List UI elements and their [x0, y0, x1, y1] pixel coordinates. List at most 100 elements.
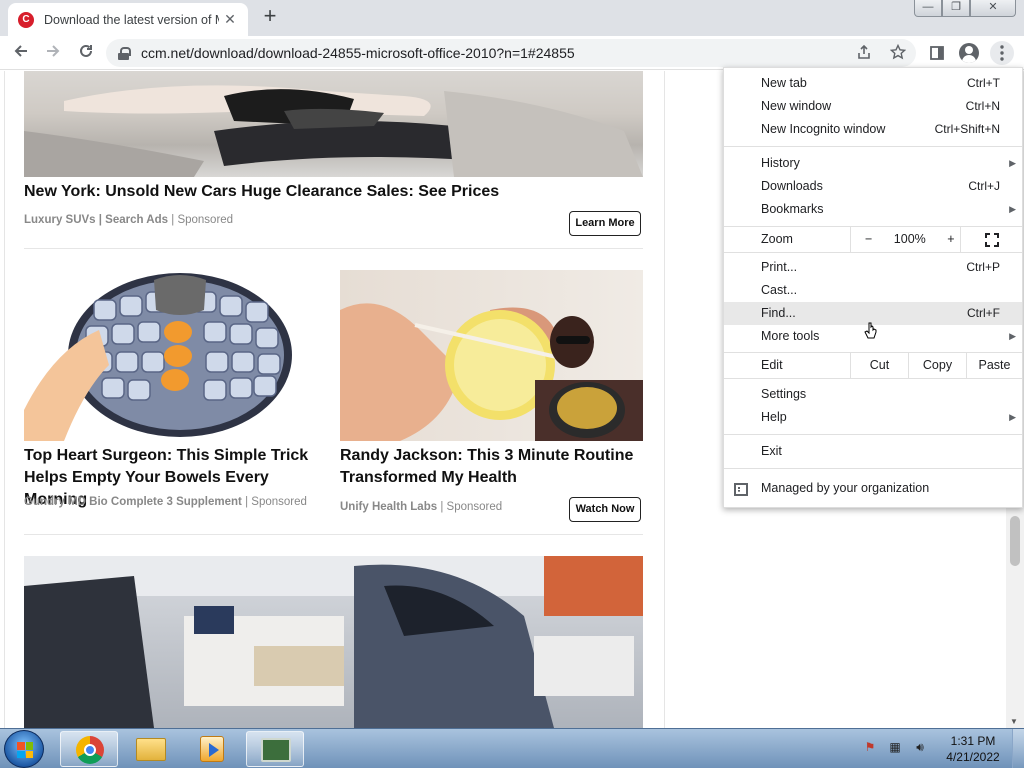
scroll-down-arrow-icon[interactable]: ▼	[1010, 717, 1018, 726]
start-button[interactable]	[4, 730, 44, 768]
watch-now-button[interactable]: Watch Now	[569, 497, 641, 522]
menu-label: New tab	[761, 76, 807, 90]
copy-button[interactable]: Copy	[908, 353, 966, 378]
menu-label: Edit	[761, 358, 783, 372]
menu-item-cast[interactable]: Cast...	[724, 279, 1022, 302]
article-source: Unify Health Labs | Sponsored	[340, 501, 503, 513]
van-showroom-image[interactable]	[24, 556, 643, 728]
menu-label: New window	[761, 99, 832, 113]
clock-date: 4/21/2022	[946, 750, 1000, 764]
learn-more-button[interactable]: Learn More	[569, 211, 641, 236]
menu-item-exit[interactable]: Exit	[724, 440, 1022, 463]
reload-button[interactable]	[73, 40, 99, 66]
source-name: Luxury SUVs | Search Ads	[24, 214, 169, 226]
address-bar[interactable]: ccm.net/download/download-24855-microsof…	[106, 39, 916, 67]
taskbar-remote-app[interactable]	[246, 731, 304, 767]
media-player-icon	[200, 736, 224, 762]
menu-label: More tools	[761, 329, 820, 343]
shortcut: Ctrl+T	[967, 76, 1000, 90]
browser-toolbar: ccm.net/download/download-24855-microsof…	[0, 36, 1024, 70]
zoom-out-button[interactable]: −	[865, 232, 872, 246]
folder-icon	[136, 738, 166, 761]
back-button[interactable]	[8, 40, 34, 66]
sponsored-label: Sponsored	[251, 496, 307, 508]
menu-item-print[interactable]: Print... Ctrl+P	[724, 256, 1022, 279]
menu-item-incognito[interactable]: New Incognito window Ctrl+Shift+N	[724, 118, 1022, 141]
taskbar-explorer[interactable]	[122, 731, 180, 767]
menu-item-help[interactable]: Help ▶	[724, 406, 1022, 429]
arrow-right-icon	[47, 45, 60, 57]
article-source: Luxury SUVs | Search Ads | Sponsored	[24, 214, 234, 226]
menu-separator	[724, 146, 1022, 147]
article-title-line[interactable]: Randy Jackson: This 3 Minute Routine	[340, 445, 643, 467]
profile-button[interactable]	[957, 41, 981, 65]
menu-label: Zoom	[761, 232, 793, 246]
action-center-flag-icon[interactable]: ⚑	[862, 739, 878, 755]
scrollbar-thumb[interactable]	[1010, 516, 1020, 566]
content-border-right	[664, 71, 665, 728]
more-vert-icon	[1000, 45, 1004, 61]
close-window-button[interactable]: ✕	[970, 0, 1016, 17]
url-text[interactable]: ccm.net/download/download-24855-microsof…	[141, 45, 575, 61]
bookmark-star-icon[interactable]	[889, 43, 907, 64]
menu-item-new-window[interactable]: New window Ctrl+N	[724, 95, 1022, 118]
menu-item-history[interactable]: History ▶	[724, 152, 1022, 175]
tab-close-icon[interactable]: ✕	[222, 11, 238, 28]
side-panel-icon[interactable]	[925, 41, 949, 65]
ice-pack-image[interactable]	[24, 270, 326, 441]
mouse-cursor-icon	[864, 322, 877, 339]
menu-item-managed[interactable]: Managed by your organization	[724, 477, 1022, 500]
menu-label: Help	[761, 410, 787, 424]
cut-button[interactable]: Cut	[850, 353, 908, 378]
menu-item-downloads[interactable]: Downloads Ctrl+J	[724, 175, 1022, 198]
menu-item-bookmarks[interactable]: Bookmarks ▶	[724, 198, 1022, 221]
tab-title: Download the latest version of M	[44, 12, 219, 27]
forward-button[interactable]	[40, 40, 66, 66]
show-desktop-button[interactable]	[1012, 729, 1024, 768]
source-name: Gundry MD Bio Complete 3 Supplement	[24, 496, 242, 508]
menu-label: Bookmarks	[761, 202, 824, 216]
article-title-line[interactable]: Top Heart Surgeon: This Simple Trick	[24, 445, 334, 467]
restore-button[interactable]: ❐	[942, 0, 970, 17]
tab-strip: C Download the latest version of M ✕ + —…	[0, 0, 1024, 36]
menu-item-new-tab[interactable]: New tab Ctrl+T	[724, 72, 1022, 95]
paste-button[interactable]: Paste	[966, 353, 1022, 378]
avatar-icon	[959, 43, 979, 63]
chrome-icon	[76, 736, 104, 764]
menu-item-settings[interactable]: Settings	[724, 383, 1022, 406]
chrome-menu-button[interactable]	[990, 41, 1014, 65]
submenu-arrow-icon: ▶	[1009, 158, 1016, 168]
taskbar-chrome[interactable]	[60, 731, 118, 767]
active-tab[interactable]: C Download the latest version of M ✕	[8, 3, 248, 36]
car-interior-image[interactable]	[24, 71, 643, 177]
clock-time: 1:31 PM	[950, 734, 996, 748]
article-title[interactable]: New York: Unsold New Cars Huge Clearance…	[24, 181, 643, 203]
ccm-favicon-icon: C	[18, 11, 34, 28]
new-tab-button[interactable]: +	[258, 5, 282, 29]
zoom-controls: − 100% +	[850, 227, 960, 252]
reload-icon	[80, 44, 92, 57]
article-title[interactable]: Randy Jackson: This 3 Minute Routine Tra…	[340, 445, 643, 489]
menu-label: Settings	[761, 387, 807, 401]
menu-label: Downloads	[761, 179, 823, 193]
article-title-line[interactable]: Transformed My Health	[340, 467, 643, 489]
fullscreen-button[interactable]	[960, 227, 1022, 252]
source-name: Unify Health Labs	[340, 501, 438, 513]
menu-label: Print...	[761, 260, 798, 274]
menu-separator	[724, 468, 1022, 469]
volume-icon[interactable]: 🔊︎	[912, 739, 928, 755]
submenu-arrow-icon: ▶	[1009, 204, 1016, 214]
taskbar-clock[interactable]: 1:31 PM 4/21/2022	[940, 733, 1006, 765]
menu-label: Managed by your organization	[761, 481, 930, 495]
lock-icon[interactable]	[118, 46, 131, 60]
building-icon	[734, 483, 748, 496]
network-icon[interactable]: ▦	[887, 739, 903, 755]
zoom-in-button[interactable]: +	[947, 232, 954, 246]
divider	[24, 534, 643, 535]
taskbar-media-player[interactable]	[183, 731, 241, 767]
share-icon[interactable]	[856, 44, 872, 64]
minimize-button[interactable]: —	[914, 0, 942, 17]
lemon-routine-image[interactable]	[340, 270, 643, 441]
shortcut: Ctrl+N	[965, 99, 1000, 113]
menu-label: Exit	[761, 444, 782, 458]
